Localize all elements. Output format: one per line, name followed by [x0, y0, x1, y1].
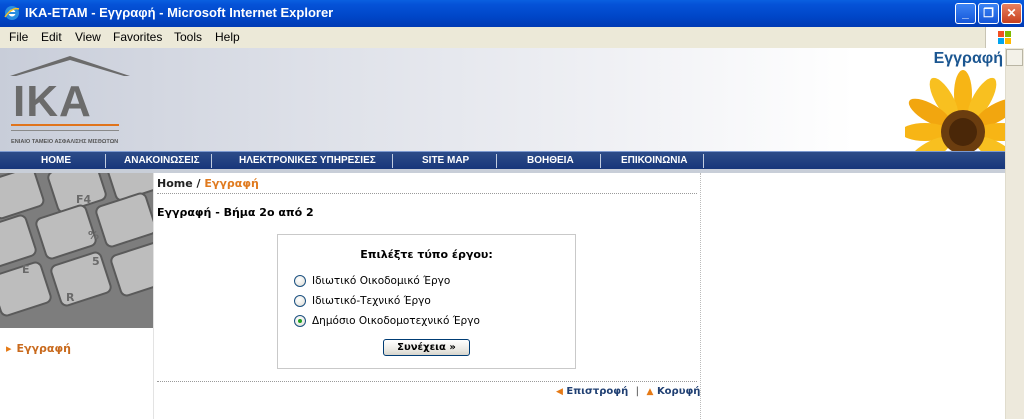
radio-button[interactable]	[294, 275, 306, 287]
menu-favorites[interactable]: Favorites	[113, 30, 162, 44]
radio-label: Δημόσιο Οικοδομοτεχνικό Έργο	[312, 315, 480, 327]
nav-divider	[703, 154, 704, 168]
menu-tools[interactable]: Tools	[174, 30, 202, 44]
windows-flag-icon	[985, 27, 1024, 48]
nav-site-map[interactable]: SITE MAP	[422, 155, 469, 166]
menu-help[interactable]: Help	[215, 30, 240, 44]
internet-explorer-icon	[4, 6, 20, 20]
step-title: Εγγραφή - Βήμα 2ο από 2	[157, 206, 314, 219]
footer-links: ◀ Επιστροφή | ▲ Κορυφή	[556, 386, 700, 397]
svg-text:F4: F4	[76, 193, 92, 206]
site-header: IKA ΕΝΙΑΙΟ ΤΑΜΕΙΟ ΑΣΦΑΛΙΣΗΣ ΜΙΣΘΩΤΩΝ Εγγ…	[0, 48, 1005, 151]
nav-divider	[496, 154, 497, 168]
sidebar: Εγγραφή	[0, 328, 154, 419]
dotted-divider	[157, 193, 697, 194]
continue-button[interactable]: Συνέχεια »	[383, 339, 470, 356]
ika-logo: IKA ΕΝΙΑΙΟ ΤΑΜΕΙΟ ΑΣΦΑΛΙΣΗΣ ΜΙΣΘΩΤΩΝ	[10, 56, 130, 145]
arrow-up-icon: ▲	[646, 387, 654, 397]
scroll-up-button[interactable]	[1006, 49, 1023, 66]
nav-e-services[interactable]: ΗΛΕΚΤΡΟΝΙΚΕΣ ΥΠΗΡΕΣΙΕΣ	[239, 155, 376, 166]
arrow-left-icon: ◀	[556, 387, 563, 397]
project-type-form: Επιλέξτε τύπο έργου: Ιδιωτικό Οικοδομικό…	[277, 234, 576, 369]
back-link[interactable]: Επιστροφή	[566, 386, 628, 397]
menu-edit[interactable]: Edit	[41, 30, 62, 44]
vertical-scrollbar[interactable]	[1005, 48, 1024, 419]
sunflower-image	[905, 70, 1005, 151]
radio-label: Ιδιωτικό-Τεχνικό Έργο	[312, 295, 431, 307]
close-button[interactable]: ✕	[1001, 3, 1022, 24]
svg-text:E: E	[22, 263, 30, 276]
page-label: Εγγραφή	[933, 50, 1003, 67]
radio-label: Ιδιωτικό Οικοδομικό Έργο	[312, 275, 451, 287]
form-title: Επιλέξτε τύπο έργου:	[360, 248, 493, 261]
minimize-button[interactable]: _	[955, 3, 976, 24]
svg-text:ΕΝΙΑΙΟ ΤΑΜΕΙΟ ΑΣΦΑΛΙΣΗΣ ΜΙΣΘΩΤ: ΕΝΙΑΙΟ ΤΑΜΕΙΟ ΑΣΦΑΛΙΣΗΣ ΜΙΣΘΩΤΩΝ	[11, 139, 118, 145]
column-divider	[700, 173, 702, 419]
dotted-divider	[157, 381, 697, 382]
nav-divider	[105, 154, 106, 168]
menu-bar: File Edit View Favorites Tools Help	[0, 27, 1024, 49]
radio-button-selected[interactable]	[294, 315, 306, 327]
nav-announcements[interactable]: ΑΝΑΚΟΙΝΩΣΕΙΣ	[124, 155, 200, 166]
nav-divider	[211, 154, 212, 168]
svg-text:IKA: IKA	[13, 77, 92, 126]
svg-text:5: 5	[92, 255, 100, 268]
breadcrumb: Home / Εγγραφή	[157, 177, 259, 190]
nav-contact[interactable]: ΕΠΙΚΟΙΝΩΝΙΑ	[621, 155, 687, 166]
svg-text:%: %	[88, 229, 99, 242]
svg-text:R: R	[66, 291, 75, 304]
breadcrumb-current: Εγγραφή	[204, 177, 259, 190]
top-link[interactable]: Κορυφή	[657, 386, 700, 397]
nav-divider	[600, 154, 601, 168]
menu-view[interactable]: View	[75, 30, 101, 44]
link-separator: |	[635, 386, 640, 397]
main-navigation: HOME ΑΝΑΚΟΙΝΩΣΕΙΣ ΗΛΕΚΤΡΟΝΙΚΕΣ ΥΠΗΡΕΣΙΕΣ…	[0, 151, 1005, 171]
keyboard-photo: F4 % E R 5	[0, 173, 153, 328]
page-content: IKA ΕΝΙΑΙΟ ΤΑΜΕΙΟ ΑΣΦΑΛΙΣΗΣ ΜΙΣΘΩΤΩΝ Εγγ…	[0, 48, 1005, 419]
nav-home[interactable]: HOME	[41, 155, 71, 166]
breadcrumb-separator: /	[196, 177, 201, 190]
nav-help[interactable]: ΒΟΗΘΕΙΑ	[527, 155, 574, 166]
window-title: IKA-ETAM - Εγγραφή - Microsoft Internet …	[25, 5, 334, 20]
breadcrumb-home[interactable]: Home	[157, 177, 193, 190]
radio-button[interactable]	[294, 295, 306, 307]
title-bar: IKA-ETAM - Εγγραφή - Microsoft Internet …	[0, 0, 1024, 27]
menu-file[interactable]: File	[9, 30, 28, 44]
nav-divider	[392, 154, 393, 168]
restore-button[interactable]: ❐	[978, 3, 999, 24]
sidebar-item-register[interactable]: Εγγραφή	[6, 342, 71, 355]
column-divider	[153, 173, 154, 419]
